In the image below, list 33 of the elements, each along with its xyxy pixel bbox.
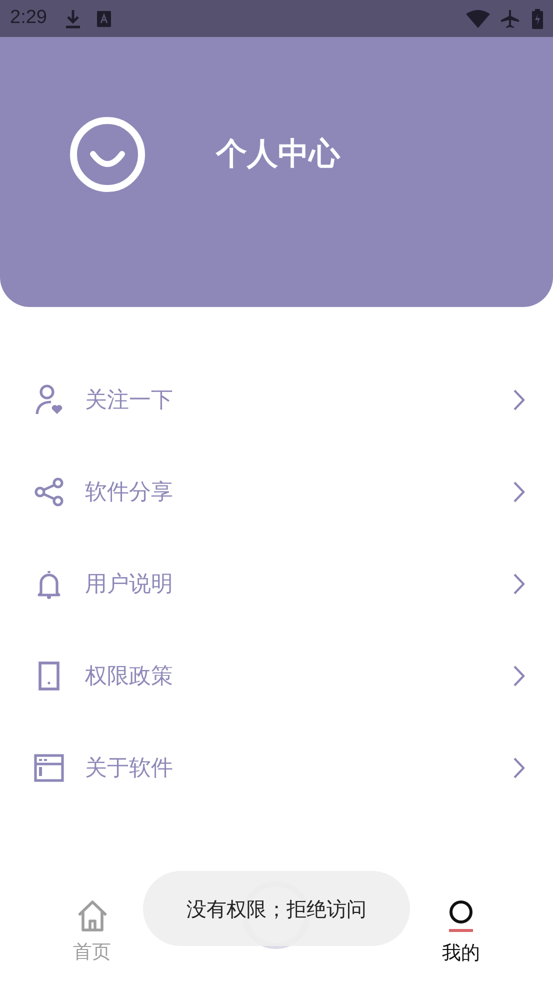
smiley-avatar-icon	[69, 116, 146, 192]
airplane-icon	[500, 8, 520, 28]
browser-window-icon	[34, 754, 64, 782]
menu-label: 关注一下	[85, 386, 174, 414]
menu-item[interactable]: 关于软件	[0, 722, 553, 814]
person-heart-icon	[34, 384, 64, 416]
menu-item[interactable]: 软件分享	[0, 446, 553, 538]
menu-item[interactable]: 权限政策	[0, 630, 553, 722]
download-icon	[64, 8, 81, 28]
share-icon	[34, 477, 64, 507]
home-icon	[76, 900, 109, 932]
menu-item[interactable]: 用户说明	[0, 538, 553, 630]
menu-label: 权限政策	[85, 662, 174, 690]
menu-label: 关于软件	[85, 754, 174, 782]
person-circle-icon	[448, 900, 474, 933]
menu-label: 软件分享	[85, 478, 174, 506]
chevron-right-icon	[513, 573, 525, 595]
wifi-icon	[466, 10, 490, 28]
phone-icon	[38, 661, 60, 691]
nav-label: 首页	[73, 940, 112, 965]
nav-label: 我的	[442, 941, 480, 966]
app-icon	[96, 10, 111, 26]
battery-icon	[532, 8, 543, 28]
menu-item[interactable]: 关注一下	[0, 354, 553, 446]
bell-icon	[36, 569, 62, 599]
chevron-right-icon	[513, 665, 525, 687]
clock: 2:29	[10, 6, 47, 30]
page-title: 个人中心	[216, 134, 340, 174]
chevron-right-icon	[513, 757, 525, 779]
message-toast: 没有权限；拒绝访问	[143, 871, 410, 946]
menu-label: 用户说明	[85, 570, 174, 598]
chevron-right-icon	[513, 481, 525, 503]
chevron-right-icon	[513, 389, 525, 411]
